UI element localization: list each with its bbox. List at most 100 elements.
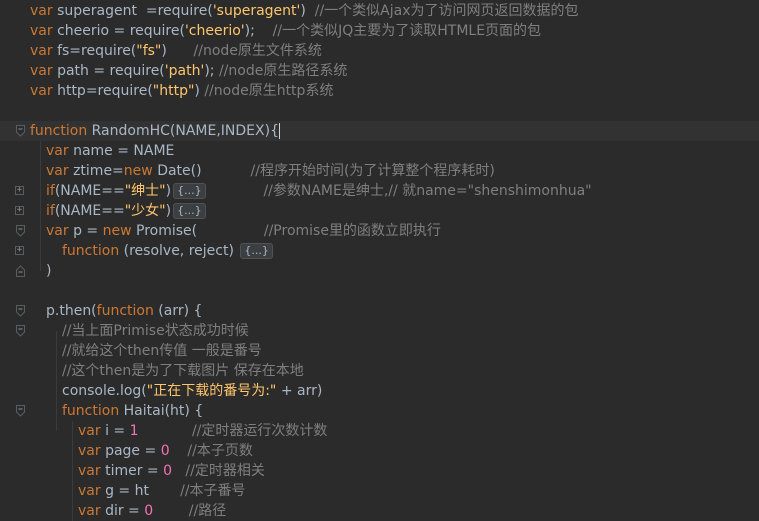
token: //本子页数 — [187, 443, 253, 459]
code-line[interactable]: p.then(function (arr) { — [0, 301, 759, 321]
code-text: ) — [46, 261, 51, 281]
token: //node原生路径系统 — [218, 63, 348, 79]
code-line[interactable]: var fs=require("fs") //node原生文件系统 — [0, 41, 759, 61]
token: "正在下载的番号为:" — [146, 383, 277, 399]
collapsed-block-placeholder[interactable]: {...} — [173, 203, 206, 219]
token: ) — [161, 43, 194, 59]
code-line[interactable]: function RandomHC(NAME,INDEX){ — [0, 121, 759, 141]
token: p.then( — [46, 303, 97, 319]
token: var — [30, 43, 58, 59]
token: (resolve, reject) — [123, 243, 239, 259]
code-line[interactable]: //就给这个then传值 一般是番号 — [0, 341, 759, 361]
code-line[interactable]: //这个then是为了下载图片 保存在本地 — [0, 361, 759, 381]
code-line[interactable]: var cheerio = require('cheerio'); //一个类似… — [0, 21, 759, 41]
token: "http" — [152, 83, 195, 99]
fold-collapse-icon[interactable] — [16, 125, 25, 137]
code-line[interactable]: var i = 1 //定时器运行次数计数 — [0, 421, 759, 441]
code-line[interactable]: var http=require("http") //node原生http系统 — [0, 81, 759, 101]
token: (NAME== — [54, 203, 125, 219]
fold-collapse-icon[interactable] — [16, 325, 25, 337]
code-text: var path = require('path'); //node原生路径系统 — [30, 61, 347, 81]
code-line[interactable]: var timer = 0 //定时器相关 — [0, 461, 759, 481]
token: i = — [105, 423, 130, 439]
code-line[interactable]: var superagent =require('superagent') //… — [0, 1, 759, 21]
fold-expand-icon[interactable]: + — [15, 186, 24, 195]
code-line[interactable]: ) — [0, 261, 759, 281]
code-text: //这个then是为了下载图片 保存在本地 — [62, 361, 304, 381]
code-text: console.log("正在下载的番号为:" + arr) — [62, 381, 322, 401]
token: var — [78, 423, 106, 439]
token: var — [46, 163, 74, 179]
token: ); — [244, 23, 273, 39]
token: RandomHC(NAME,INDEX) — [91, 123, 271, 139]
fold-expand-icon[interactable]: + — [15, 246, 24, 255]
token: //当上面Primise状态成功时候 — [62, 323, 249, 339]
code-text: var dir = 0 //路径 — [78, 501, 226, 521]
token: //Promise里的函数立即执行 — [263, 223, 441, 239]
code-text: if(NAME=="绅士") {...} //参数NAME是绅士,// 就name… — [46, 181, 592, 201]
collapsed-block-placeholder[interactable]: {...} — [173, 183, 206, 199]
code-text: var http=require("http") //node原生http系统 — [30, 81, 333, 101]
code-line[interactable]: //当上面Primise状态成功时候 — [0, 321, 759, 341]
fold-collapse-icon[interactable] — [16, 305, 25, 317]
token: path = require( — [57, 63, 165, 79]
token: ) — [194, 83, 205, 99]
token: var — [46, 223, 74, 239]
code-text: function Haitai(ht) { — [62, 401, 203, 421]
token: //这个then是为了下载图片 保存在本地 — [62, 363, 304, 379]
token: timer = — [105, 463, 164, 479]
code-line[interactable]: function (resolve, reject) {...} + — [0, 241, 759, 261]
code-line[interactable]: var name = NAME — [0, 141, 759, 161]
inline-comment: //参数NAME是绅士,// 就name="shenshimonhua" — [263, 183, 592, 199]
code-line[interactable]: var ztime=new Date() //程序开始时间(为了计算整个程序耗时… — [0, 161, 759, 181]
token: var — [30, 23, 58, 39]
token: 0 — [163, 463, 173, 479]
token: var — [78, 463, 106, 479]
token: console.log( — [62, 383, 147, 399]
code-line[interactable]: var g = ht //本子番号 — [0, 481, 759, 501]
token: 'superagent' — [212, 3, 301, 19]
token: cheerio = require( — [57, 23, 185, 39]
token: 'path' — [164, 63, 205, 79]
code-line[interactable]: console.log("正在下载的番号为:" + arr) — [0, 381, 759, 401]
code-text: //当上面Primise状态成功时候 — [62, 321, 249, 341]
code-text: //就给这个then传值 一般是番号 — [62, 341, 262, 361]
token: var — [78, 483, 106, 499]
code-text: var name = NAME — [46, 141, 174, 161]
fold-collapse-icon[interactable] — [16, 225, 25, 237]
code-line[interactable] — [0, 101, 759, 121]
token: var — [46, 143, 74, 159]
collapsed-block-placeholder[interactable]: {...} — [240, 243, 273, 259]
token: //一个类似JQ主要为了读取HTMLE页面的包 — [272, 23, 542, 39]
code-line[interactable]: if(NAME=="少女") {...} + — [0, 201, 759, 221]
code-line[interactable]: function Haitai(ht) { — [0, 401, 759, 421]
token: { — [270, 123, 279, 139]
token: dir = — [105, 503, 145, 519]
code-text: var g = ht //本子番号 — [78, 481, 246, 501]
token: //程序开始时间(为了计算整个程序耗时) — [250, 163, 495, 179]
code-line[interactable]: var page = 0 //本子页数 — [0, 441, 759, 461]
token: function — [62, 403, 124, 419]
code-editor[interactable]: var superagent =require('superagent') //… — [0, 0, 759, 521]
token: name = NAME — [73, 143, 175, 159]
fold-collapse-icon[interactable] — [16, 405, 25, 417]
code-line[interactable] — [0, 281, 759, 301]
fold-end-icon[interactable] — [16, 265, 25, 277]
token: g = ht — [105, 483, 181, 499]
code-line[interactable]: var path = require('path'); //node原生路径系统 — [0, 61, 759, 81]
fold-expand-icon[interactable]: + — [15, 206, 24, 215]
token: function — [62, 243, 124, 259]
code-text: var timer = 0 //定时器相关 — [78, 461, 265, 481]
token: //本子番号 — [180, 483, 246, 499]
code-line[interactable]: if(NAME=="绅士") {...} //参数NAME是绅士,// 就name… — [0, 181, 759, 201]
token: var — [30, 83, 58, 99]
token: 0 — [144, 503, 154, 519]
token: (NAME== — [54, 183, 125, 199]
token: (arr) { — [158, 303, 203, 319]
code-line[interactable]: var dir = 0 //路径 — [0, 501, 759, 521]
token: var — [78, 443, 106, 459]
token: function — [30, 123, 92, 139]
code-line[interactable]: var p = new Promise( //Promise里的函数立即执行 — [0, 221, 759, 241]
